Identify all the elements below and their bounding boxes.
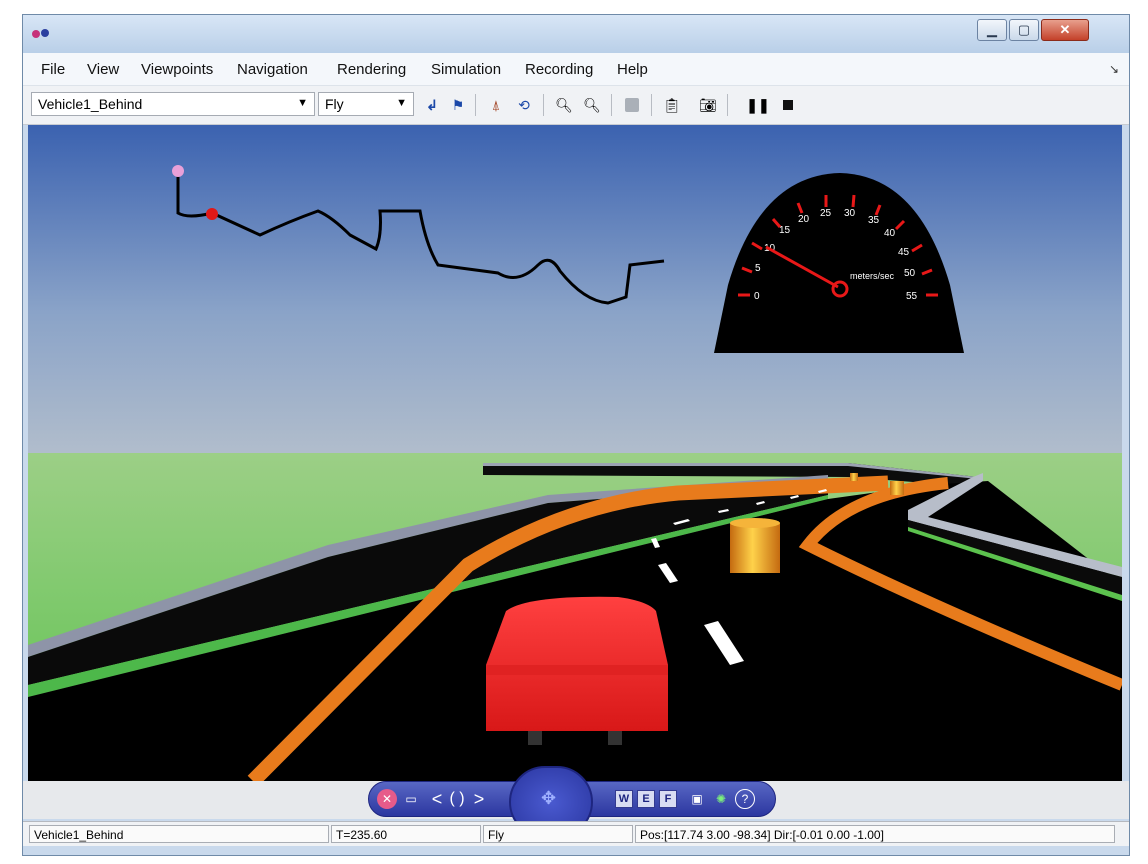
straighten-icon: ▭ — [405, 792, 417, 806]
headlight-icon: ✺ — [715, 792, 727, 806]
menu-viewpoints[interactable]: Viewpoints — [141, 61, 213, 78]
status-bar: Vehicle1_Behind T=235.60 Fly Pos:[117.74… — [23, 821, 1129, 846]
go-to-viewpoint-button[interactable]: ↲ — [421, 94, 443, 116]
edit-icon: 📋︎ — [663, 96, 681, 113]
tick-35: 35 — [868, 215, 880, 226]
menu-simulation[interactable]: Simulation — [431, 61, 501, 78]
pause-icon: ❚❚ — [746, 96, 770, 113]
close-nav-button[interactable]: ✕ — [377, 789, 397, 809]
minimize-button[interactable]: ▁ — [977, 19, 1007, 41]
slide-right-button[interactable]: > — [469, 789, 489, 809]
help-button[interactable]: ? — [735, 789, 755, 809]
tick-25: 25 — [820, 208, 832, 219]
tick-30: 30 — [844, 208, 856, 219]
gauge-unit-label: meters/sec — [850, 271, 895, 281]
headlight-button[interactable]: ✺ — [711, 789, 731, 809]
menu-view[interactable]: View — [87, 61, 119, 78]
maximize-icon: ▢ — [1017, 22, 1031, 37]
zoom-in-icon: 🔍︎ — [555, 96, 573, 113]
status-position: Pos:[117.74 3.00 -98.34] Dir:[-0.01 0.00… — [635, 825, 1115, 843]
tick-0: 0 — [754, 291, 760, 302]
arrow-left-icon: < — [431, 788, 443, 809]
barrel-near — [730, 518, 780, 573]
tick-15: 15 — [779, 225, 791, 236]
viewpoint-select[interactable]: Vehicle1_Behind ▼ — [31, 92, 315, 116]
menu-chevron-icon[interactable]: ↘ — [1109, 62, 1119, 76]
close-icon: ✕ — [1059, 22, 1071, 37]
slide-left-button[interactable]: < — [427, 789, 447, 809]
scene: 0 5 10 15 20 25 30 35 40 45 50 55 meters… — [28, 125, 1122, 781]
restore-view-button[interactable]: ⟲ — [513, 94, 535, 116]
navigation-mode-select[interactable]: Fly ▼ — [318, 92, 414, 116]
viewpoint-select-value: Vehicle1_Behind — [38, 96, 143, 112]
app-logo-icon — [32, 29, 49, 38]
maximize-button[interactable]: ▢ — [1009, 19, 1039, 41]
navigation-mode-value: Fly — [325, 96, 344, 112]
toolbar: Vehicle1_Behind ▼ Fly ▼ ↲ ⚑ ⍋ ⟲ 🔍︎ 🔍︎ 📋︎… — [23, 86, 1129, 125]
navigation-bar: ✕ ▭ < ( ) > ✥ W E F ▣ ✺ ? — [368, 766, 776, 838]
minimize-icon: ▁ — [987, 22, 997, 37]
close-button[interactable]: ✕ — [1041, 19, 1089, 41]
chevron-down-icon: ▼ — [297, 97, 308, 109]
zoom-in-button[interactable]: 🔍︎ — [553, 94, 575, 116]
stop-icon — [625, 98, 639, 112]
arrow-right-icon: > — [473, 788, 485, 809]
route-start-marker — [172, 165, 184, 177]
straighten-button[interactable]: ▭ — [401, 789, 421, 809]
roll-button[interactable]: ( ) — [447, 789, 467, 809]
title-bar: ▁ ▢ ✕ — [23, 15, 1129, 53]
menu-recording[interactable]: Recording — [525, 61, 593, 78]
snapshot-button[interactable]: 📷︎ — [697, 94, 719, 116]
viewpoint-icon: ▣ — [691, 792, 703, 806]
stop-square-icon — [783, 100, 793, 110]
menu-file[interactable]: File — [41, 61, 65, 78]
menu-rendering[interactable]: Rendering — [337, 61, 406, 78]
stop-button[interactable] — [777, 94, 799, 116]
navigation-panel: ✕ ▭ < ( ) > ✥ W E F ▣ ✺ ? — [23, 766, 1129, 838]
tick-40: 40 — [884, 228, 896, 239]
menu-help[interactable]: Help — [617, 61, 648, 78]
status-mode: Fly — [483, 825, 633, 843]
status-time: T=235.60 — [331, 825, 481, 843]
red-car — [486, 596, 668, 745]
wheel-arrows-icon: ✥ — [541, 788, 557, 808]
straighten-up-button[interactable]: ⍋ — [485, 94, 507, 116]
tick-5: 5 — [755, 263, 761, 274]
menu-bar: File View Viewpoints Navigation Renderin… — [23, 53, 1129, 86]
flag-button[interactable]: ⚑ — [447, 94, 469, 116]
pause-button[interactable]: ❚❚ — [746, 94, 770, 116]
roll-icon: ( ) — [449, 790, 465, 807]
w-button[interactable]: W — [615, 790, 633, 808]
return-arrow-icon: ↲ — [426, 96, 438, 113]
menu-navigation[interactable]: Navigation — [237, 61, 308, 78]
sky — [28, 125, 1122, 465]
zoom-out-button[interactable]: 🔍︎ — [581, 94, 603, 116]
vehicle-position-marker — [206, 208, 218, 220]
snapshot-icon: 📷︎ — [699, 96, 717, 113]
3d-viewport[interactable]: 0 5 10 15 20 25 30 35 40 45 50 55 meters… — [28, 125, 1122, 781]
tick-50: 50 — [904, 268, 916, 279]
flag-icon: ⚑ — [451, 96, 465, 113]
straighten-up-icon: ⍋ — [491, 96, 501, 113]
close-icon: ✕ — [381, 792, 393, 806]
e-button[interactable]: E — [637, 790, 655, 808]
restore-icon: ⟲ — [518, 96, 530, 113]
zoom-out-icon: 🔍︎ — [583, 96, 601, 113]
status-viewpoint: Vehicle1_Behind — [29, 825, 329, 843]
vr-viewer-window: ▁ ▢ ✕ File View Viewpoints Navigation Re… — [22, 14, 1130, 856]
tick-55: 55 — [906, 291, 918, 302]
tick-45: 45 — [898, 247, 910, 258]
f-button[interactable]: F — [659, 790, 677, 808]
edit-button[interactable]: 📋︎ — [661, 94, 683, 116]
disabled-button[interactable] — [621, 94, 643, 116]
tick-20: 20 — [798, 214, 810, 225]
chevron-down-icon: ▼ — [396, 97, 407, 109]
viewpoint-toggle-button[interactable]: ▣ — [687, 789, 707, 809]
